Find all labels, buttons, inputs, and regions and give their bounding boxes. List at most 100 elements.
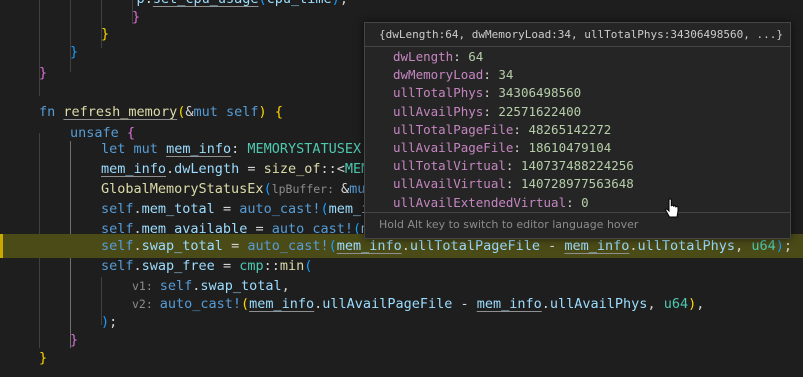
code-token: . <box>401 238 410 254</box>
code-token: . <box>133 238 142 254</box>
code-token: mem_info <box>166 141 232 157</box>
code-token: v1: <box>132 279 160 293</box>
code-token: self <box>226 104 259 120</box>
field-value: 0 <box>581 194 589 210</box>
field-colon: : <box>513 140 529 155</box>
code-token: . <box>629 238 638 254</box>
field-value: 64 <box>468 49 484 64</box>
hover-title: {dwLength:64, dwMemoryLoad:34, ullTotalP… <box>379 28 783 41</box>
hover-divider <box>365 212 790 213</box>
field-value: 140728977563648 <box>520 176 634 192</box>
debug-hover-popup[interactable]: {dwLength:64, dwMemoryLoad:34, ullTotalP… <box>364 22 791 239</box>
code-token: = <box>239 161 264 177</box>
code-token: ) <box>258 104 267 120</box>
code-token: self <box>101 258 134 274</box>
field-value: 34306498560 <box>498 85 582 101</box>
code-token: mem_total <box>141 201 215 217</box>
code-token: ; <box>783 238 793 254</box>
code-token: mem_info <box>336 238 402 254</box>
code-token: . <box>133 258 142 274</box>
field-colon: : <box>483 103 499 119</box>
field-value: 48265142272 <box>528 121 612 137</box>
field-colon: : <box>483 85 499 101</box>
field-value: 140737488224256 <box>520 158 634 174</box>
code-token: v2: <box>132 297 160 311</box>
hover-field-row[interactable]: dwMemoryLoad: 34 <box>393 66 513 84</box>
code-token: swap_total <box>141 238 223 254</box>
code-token: ) <box>775 238 784 254</box>
code-token: mut <box>193 104 218 120</box>
code-token: = <box>222 238 248 254</box>
code-token: ullTotalPhys <box>637 238 736 254</box>
code-token: dwLength <box>174 161 240 177</box>
hover-divider <box>365 46 790 47</box>
code-token: self <box>101 238 134 254</box>
code-token: , <box>735 238 752 254</box>
code-token: mem_info <box>101 161 167 177</box>
code-token: self <box>101 201 134 217</box>
code-token: size_of <box>263 161 321 177</box>
code-token: } <box>39 65 48 81</box>
code-token: = <box>214 258 240 274</box>
code-token: :: <box>263 258 280 274</box>
code-token: = <box>214 201 240 217</box>
field-value: 34 <box>498 67 514 83</box>
field-name: dwLength <box>393 49 454 64</box>
code-token: fn <box>39 104 56 120</box>
code-token: refresh_memory <box>63 104 178 120</box>
field-name: ullAvailExtendedVirtual <box>393 194 567 210</box>
code-token: { <box>274 104 283 120</box>
field-colon: : <box>505 176 521 192</box>
code-token: MEMORYSTATUSEX <box>247 141 362 157</box>
code-token: mem_info <box>564 238 630 254</box>
code-text: } <box>39 61 47 85</box>
field-name: ullAvailPageFile <box>393 140 514 155</box>
hover-footer-hint: Hold Alt key to switch to editor languag… <box>379 218 639 231</box>
code-line[interactable]: } <box>0 346 803 370</box>
code-token: swap_free <box>141 258 215 274</box>
hover-field-row[interactable]: ullTotalPhys: 34306498560 <box>393 84 581 102</box>
code-token: ( <box>328 238 337 254</box>
code-token: } <box>70 44 79 60</box>
field-colon: : <box>453 49 469 64</box>
code-token: . <box>133 201 142 217</box>
hover-field-row[interactable]: ullAvailPageFile: 18610479104 <box>393 139 611 157</box>
code-token: let <box>101 141 126 157</box>
field-colon: : <box>505 158 521 174</box>
hover-field-row[interactable]: ullAvailVirtual: 140728977563648 <box>393 175 634 193</box>
hover-field-row[interactable]: ullTotalPageFile: 48265142272 <box>393 121 611 139</box>
field-colon: : <box>566 194 582 210</box>
code-token: ( <box>320 201 329 217</box>
code-text: } <box>39 346 47 370</box>
code-token: min <box>279 258 305 274</box>
code-token: auto_cast! <box>239 201 321 217</box>
field-name: dwMemoryLoad <box>393 67 484 83</box>
field-name: ullAvailVirtual <box>393 176 506 192</box>
field-value: 22571622400 <box>498 103 582 119</box>
code-token: - <box>539 238 565 254</box>
code-token: } <box>39 350 48 366</box>
hover-field-row[interactable]: ullAvailPhys: 22571622400 <box>393 103 581 121</box>
code-token: lpBuffer: <box>271 182 341 196</box>
code-token: u64 <box>751 238 776 254</box>
code-token: : <box>231 141 248 157</box>
code-token: ::< <box>320 161 345 177</box>
code-token: ( <box>304 258 313 274</box>
hover-field-row[interactable]: dwLength: 64 <box>393 48 483 66</box>
field-name: ullTotalPhys <box>393 85 484 101</box>
field-name: ullAvailPhys <box>393 103 484 119</box>
code-token: auto_cast! <box>247 238 329 254</box>
code-token: . <box>166 161 175 177</box>
hover-field-row[interactable]: ullAvailExtendedVirtual: 0 <box>393 194 589 212</box>
code-token: ( <box>263 181 272 197</box>
field-name: ullTotalPageFile <box>393 121 514 137</box>
code-token: & <box>340 181 350 197</box>
hover-field-row[interactable]: ullTotalVirtual: 140737488224256 <box>393 157 634 175</box>
code-token: cmp <box>239 258 264 274</box>
code-token: ullTotalPageFile <box>409 238 540 254</box>
code-token: GlobalMemoryStatusEx <box>101 181 264 197</box>
